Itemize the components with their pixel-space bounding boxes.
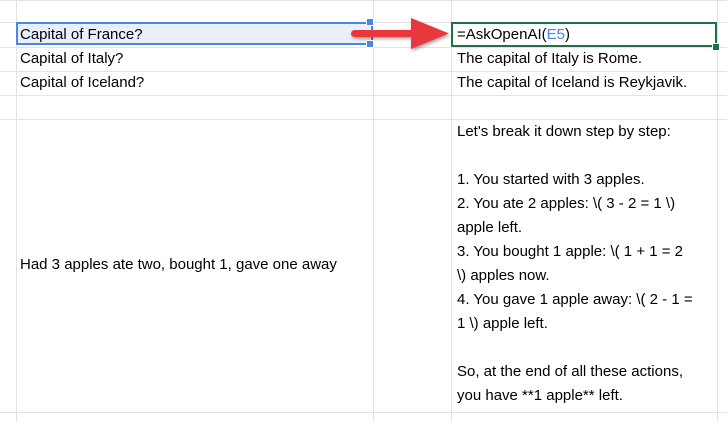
cell-a2[interactable]: Capital of Italy? (20, 47, 123, 71)
formula-close: ) (565, 26, 570, 43)
cell-b5[interactable]: Let's break it down step by step: 1. You… (457, 120, 719, 408)
cell-a3[interactable]: Capital of Iceland? (20, 71, 144, 95)
arrow-shaft (351, 30, 417, 37)
formula-text: =AskOpenAI( (457, 26, 547, 43)
grid-line (451, 0, 452, 422)
cell-b5-line: 1. You started with 3 apples. (457, 171, 645, 188)
cell-b5-line: \) apples now. (457, 267, 550, 284)
spreadsheet-grid: Capital of France? Capital of Italy? Cap… (0, 0, 727, 422)
grid-line (0, 95, 727, 96)
cell-b2[interactable]: The capital of Italy is Rome. (457, 47, 642, 71)
cell-a1[interactable]: Capital of France? (20, 23, 143, 47)
formula-cell[interactable]: =AskOpenAI(E5) (457, 23, 570, 47)
arrow-head (411, 18, 449, 49)
cell-a5[interactable]: Had 3 apples ate two, bought 1, gave one… (20, 253, 337, 277)
cell-b5-line: Let's break it down step by step: (457, 123, 671, 140)
cell-b3[interactable]: The capital of Iceland is Reykjavik. (457, 71, 687, 95)
cell-b5-line: So, at the end of all these actions, (457, 363, 683, 380)
fill-handle[interactable] (712, 43, 720, 51)
cell-b5-line (457, 336, 719, 360)
cell-b5-line (457, 144, 719, 168)
grid-line (0, 0, 727, 1)
grid-line (0, 412, 727, 413)
cell-b5-line: 1 \) apple left. (457, 315, 548, 332)
cell-b5-line: 3. You bought 1 apple: \( 1 + 1 = 2 (457, 243, 684, 260)
cell-b5-line: apple left. (457, 219, 523, 236)
cell-b5-line: you have **1 apple** left. (457, 387, 623, 404)
cell-b5-line: 2. You ate 2 apples: \( 3 - 2 = 1 \) (457, 195, 676, 212)
grid-line (16, 0, 17, 422)
cell-b5-line: 4. You gave 1 apple away: \( 2 - 1 = (457, 291, 693, 308)
formula-reference: E5 (546, 26, 565, 43)
annotation-arrow-icon (351, 18, 449, 49)
grid-line (373, 0, 374, 422)
